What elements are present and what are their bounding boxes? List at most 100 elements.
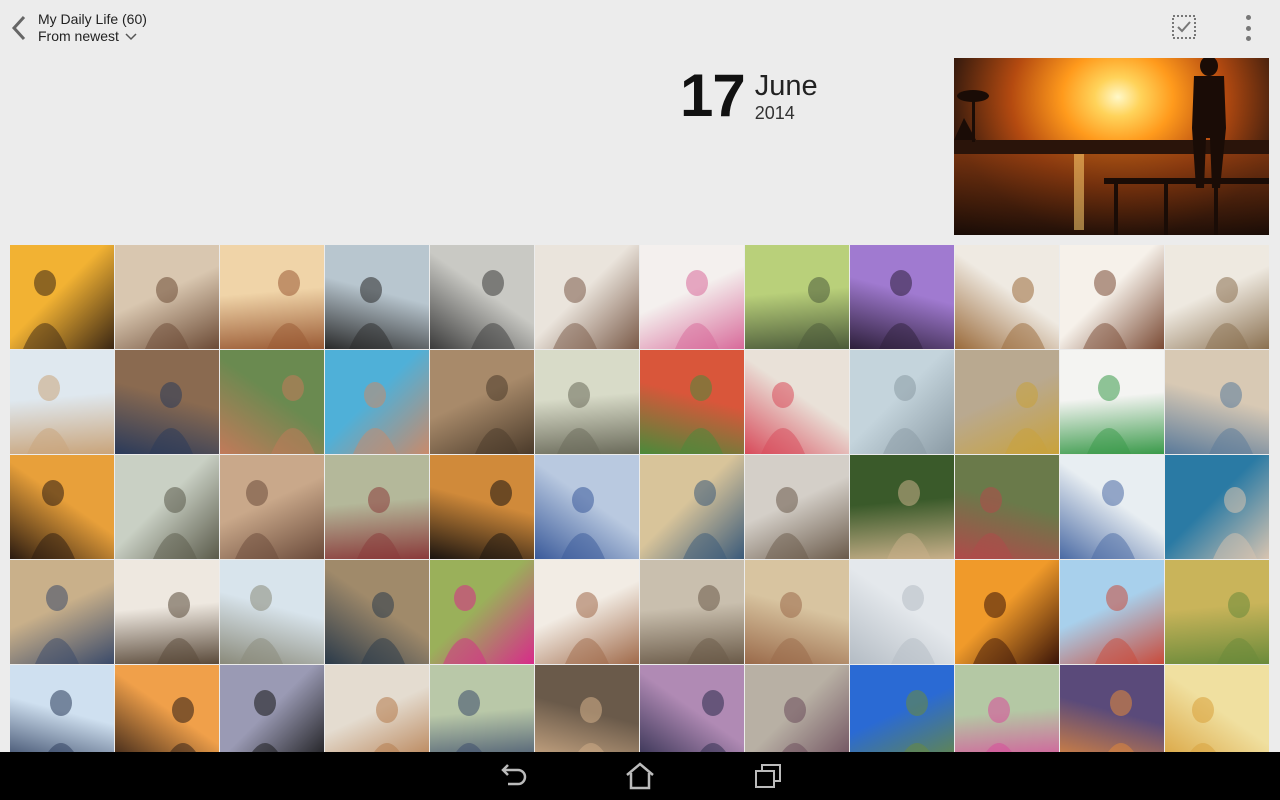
- photo-thumbnail[interactable]: [640, 245, 744, 349]
- photo-thumbnail[interactable]: [1060, 665, 1164, 753]
- photo-thumbnail[interactable]: [955, 455, 1059, 559]
- photo-thumbnail[interactable]: [115, 455, 219, 559]
- photo-thumbnail[interactable]: [10, 560, 114, 664]
- photo-thumbnail[interactable]: [220, 560, 324, 664]
- photo-thumbnail-image: [1091, 480, 1135, 559]
- photo-thumbnail[interactable]: [955, 560, 1059, 664]
- photo-thumbnail[interactable]: [955, 350, 1059, 454]
- photo-thumbnail-image: [761, 382, 805, 454]
- photo-thumbnail-image: [1107, 690, 1135, 753]
- photo-thumbnail-image: [47, 690, 75, 753]
- photo-thumbnail[interactable]: [10, 665, 114, 753]
- back-arrow-icon: [11, 15, 26, 41]
- photo-thumbnail[interactable]: [1060, 245, 1164, 349]
- photo-thumbnail-image: [153, 487, 197, 559]
- photo-thumbnail-image: [31, 480, 75, 559]
- photo-thumbnail-image: [769, 592, 813, 664]
- nav-recents-button[interactable]: [744, 760, 792, 792]
- photo-thumbnail[interactable]: [430, 350, 534, 454]
- photo-thumbnail-image: [1005, 382, 1049, 454]
- photo-thumbnail[interactable]: [745, 560, 849, 664]
- photo-thumbnail[interactable]: [325, 665, 429, 753]
- photo-thumbnail[interactable]: [220, 350, 324, 454]
- action-bar: My Daily Life (60) From newest: [0, 0, 1280, 56]
- photo-thumbnail-image: [687, 585, 731, 664]
- photo-thumbnail[interactable]: [325, 350, 429, 454]
- sort-label: From newest: [38, 28, 119, 44]
- photo-thumbnail[interactable]: [10, 455, 114, 559]
- overflow-menu-button[interactable]: [1238, 13, 1258, 43]
- photo-thumbnail[interactable]: [1165, 665, 1269, 753]
- photo-thumbnail-image: [251, 690, 279, 753]
- photo-thumbnail[interactable]: [10, 245, 114, 349]
- photo-thumbnail-image: [577, 697, 605, 753]
- menu-dot: [1245, 36, 1251, 41]
- photo-thumbnail-image: [891, 585, 935, 664]
- photo-thumbnail-image: [699, 690, 727, 753]
- photo-thumbnail[interactable]: [115, 665, 219, 753]
- photo-thumbnail[interactable]: [325, 560, 429, 664]
- nav-back-button[interactable]: [488, 760, 536, 792]
- photo-thumbnail[interactable]: [430, 560, 534, 664]
- photo-thumbnail[interactable]: [850, 350, 954, 454]
- photo-thumbnail[interactable]: [745, 350, 849, 454]
- photo-thumbnail-image: [797, 277, 841, 349]
- photo-thumbnail[interactable]: [640, 665, 744, 753]
- photo-thumbnail[interactable]: [115, 245, 219, 349]
- photo-thumbnail[interactable]: [535, 560, 639, 664]
- nav-home-button[interactable]: [616, 760, 664, 792]
- photo-thumbnail[interactable]: [640, 560, 744, 664]
- photo-thumbnail[interactable]: [850, 665, 954, 753]
- photo-thumbnail[interactable]: [10, 350, 114, 454]
- select-button[interactable]: [1170, 13, 1198, 41]
- photo-thumbnail[interactable]: [115, 560, 219, 664]
- photo-thumbnail[interactable]: [955, 665, 1059, 753]
- photo-thumbnail[interactable]: [535, 245, 639, 349]
- photo-thumbnail[interactable]: [220, 665, 324, 753]
- photo-thumbnail[interactable]: [535, 455, 639, 559]
- photo-thumbnail[interactable]: [1060, 560, 1164, 664]
- select-checkbox-icon: [1172, 15, 1196, 39]
- photo-thumbnail-image: [239, 585, 283, 664]
- photo-thumbnail-image: [357, 487, 401, 559]
- photo-thumbnail-image: [1189, 697, 1217, 753]
- photo-thumbnail[interactable]: [535, 350, 639, 454]
- photo-thumbnail[interactable]: [745, 455, 849, 559]
- date-day: 17: [680, 62, 746, 129]
- photo-thumbnail[interactable]: [1165, 350, 1269, 454]
- featured-photo[interactable]: [954, 58, 1269, 235]
- back-button[interactable]: [6, 12, 32, 44]
- photo-thumbnail-image: [1209, 382, 1253, 454]
- photo-thumbnail[interactable]: [640, 350, 744, 454]
- photo-thumbnail[interactable]: [1060, 350, 1164, 454]
- photo-thumbnail-image: [353, 382, 397, 454]
- photo-thumbnail[interactable]: [745, 665, 849, 753]
- photo-thumbnail[interactable]: [1165, 455, 1269, 559]
- photo-thumbnail-image: [267, 270, 311, 349]
- photo-thumbnail[interactable]: [430, 665, 534, 753]
- photo-thumbnail[interactable]: [220, 455, 324, 559]
- album-title: My Daily Life (60): [38, 11, 147, 27]
- photo-thumbnail-image: [879, 270, 923, 349]
- photo-thumbnail[interactable]: [850, 560, 954, 664]
- sort-dropdown[interactable]: From newest: [38, 28, 147, 45]
- photo-thumbnail[interactable]: [430, 245, 534, 349]
- photo-thumbnail[interactable]: [430, 455, 534, 559]
- photo-thumbnail[interactable]: [220, 245, 324, 349]
- photo-thumbnail-image: [475, 375, 519, 454]
- photo-thumbnail[interactable]: [955, 245, 1059, 349]
- photo-thumbnail[interactable]: [535, 665, 639, 753]
- photo-thumbnail-image: [145, 277, 189, 349]
- photo-thumbnail[interactable]: [325, 455, 429, 559]
- photo-thumbnail[interactable]: [850, 455, 954, 559]
- photo-thumbnail[interactable]: [1165, 245, 1269, 349]
- photo-thumbnail[interactable]: [1165, 560, 1269, 664]
- photo-thumbnail[interactable]: [745, 245, 849, 349]
- photo-thumbnail[interactable]: [640, 455, 744, 559]
- photo-thumbnail[interactable]: [1060, 455, 1164, 559]
- photo-thumbnail[interactable]: [325, 245, 429, 349]
- photo-thumbnail-image: [455, 690, 483, 753]
- photo-thumbnail[interactable]: [850, 245, 954, 349]
- photo-thumbnail[interactable]: [115, 350, 219, 454]
- photo-thumbnail-image: [149, 382, 193, 454]
